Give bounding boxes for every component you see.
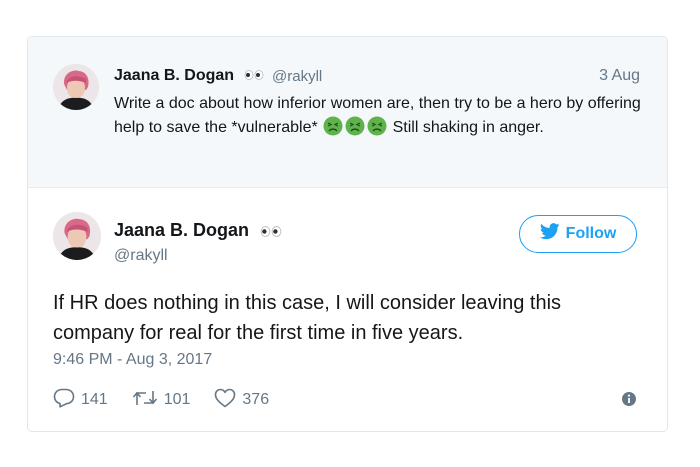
author-handle[interactable]: @rakyll [114, 247, 168, 265]
like-button[interactable]: 376 [214, 388, 269, 413]
info-icon[interactable] [621, 391, 637, 407]
follow-button[interactable]: Follow [519, 215, 637, 253]
twitter-bird-icon [539, 223, 560, 245]
retweet-icon [132, 389, 158, 412]
reply-icon [53, 388, 75, 413]
quoted-text-after-emoji: Still shaking in anger. [392, 119, 544, 136]
author-name-text: Jaana B. Dogan [114, 220, 250, 240]
quoted-author-name[interactable]: Jaana B. Dogan [114, 67, 264, 85]
author-name-text: Jaana B. Dogan [114, 67, 235, 85]
avatar[interactable] [53, 212, 101, 260]
follow-label: Follow [565, 225, 617, 242]
retweet-count: 101 [163, 391, 191, 408]
retweet-button[interactable]: 101 [132, 389, 191, 412]
persevering-face-icon [323, 116, 343, 136]
eyes-icon [260, 221, 282, 242]
persevering-face-icon [345, 116, 365, 136]
persevering-face-icon [367, 116, 387, 136]
reply-button[interactable]: 141 [53, 388, 108, 413]
reply-count: 141 [81, 391, 108, 408]
quoted-tweet[interactable]: Jaana B. Dogan @rakyll 3 Aug Write a doc… [28, 37, 667, 188]
author-name[interactable]: Jaana B. Dogan [114, 220, 282, 242]
tweet-actions: 141 101 376 [53, 388, 293, 413]
avatar[interactable] [53, 64, 99, 110]
tweet-card: Jaana B. Dogan @rakyll 3 Aug Write a doc… [27, 36, 668, 432]
quoted-author-handle[interactable]: @rakyll [272, 68, 322, 85]
quoted-tweet-text: Write a doc about how inferior women are… [114, 92, 644, 140]
heart-icon [214, 388, 236, 413]
tweet-timestamp[interactable]: 9:46 PM - Aug 3, 2017 [53, 351, 212, 369]
eyes-icon [244, 67, 264, 85]
tweet-text: If HR does nothing in this case, I will … [53, 292, 562, 344]
quoted-date[interactable]: 3 Aug [599, 67, 640, 85]
like-count: 376 [242, 391, 270, 408]
